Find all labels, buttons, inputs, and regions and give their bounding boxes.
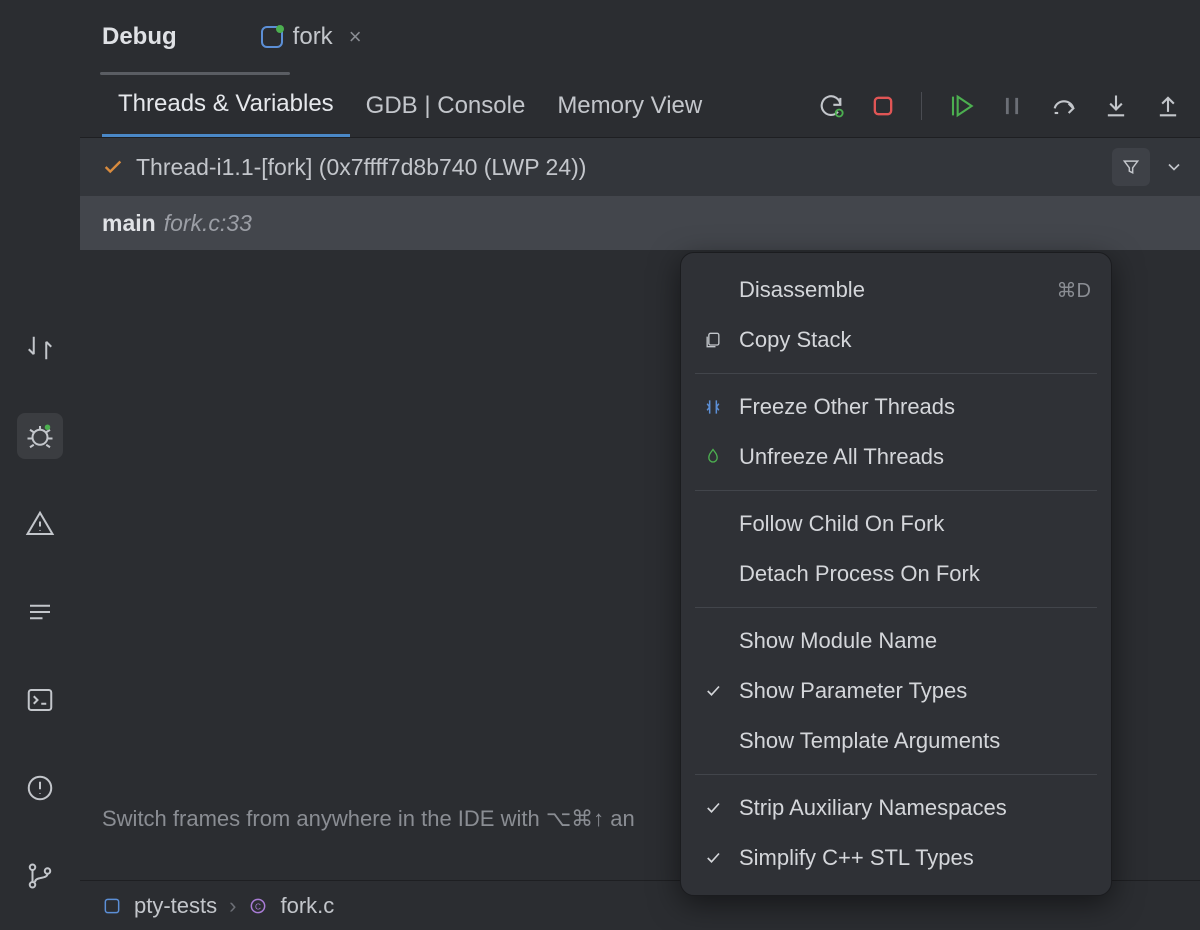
pause-icon[interactable] xyxy=(998,92,1026,120)
project-icon xyxy=(102,896,122,916)
copy-icon xyxy=(701,330,725,350)
check-icon xyxy=(701,799,725,817)
check-icon xyxy=(701,682,725,700)
context-menu: Disassemble⌘D Copy Stack Freeze Other Th… xyxy=(680,252,1112,896)
menu-show-template-arguments[interactable]: Show Template Arguments xyxy=(681,716,1111,766)
step-out-icon[interactable] xyxy=(1154,92,1182,120)
frame-location: fork.c:33 xyxy=(164,210,252,237)
step-into-icon[interactable] xyxy=(1102,92,1130,120)
debug-toolbar xyxy=(817,92,1200,120)
thread-name: Thread-i1.1-[fork] (0x7ffff7d8b740 (LWP … xyxy=(136,154,586,181)
chevron-down-icon[interactable] xyxy=(1164,157,1184,177)
stop-icon[interactable] xyxy=(869,92,897,120)
menu-copy-stack[interactable]: Copy Stack xyxy=(681,315,1111,365)
menu-freeze-other-threads[interactable]: Freeze Other Threads xyxy=(681,382,1111,432)
alert-circle-icon[interactable] xyxy=(17,765,63,811)
debug-label: Debug xyxy=(102,23,177,51)
menu-follow-child-on-fork[interactable]: Follow Child On Fork xyxy=(681,499,1111,549)
breadcrumb-file[interactable]: fork.c xyxy=(280,893,334,919)
swap-icon[interactable] xyxy=(17,325,63,371)
menu-show-module-name[interactable]: Show Module Name xyxy=(681,616,1111,666)
thread-selector[interactable]: Thread-i1.1-[fork] (0x7ffff7d8b740 (LWP … xyxy=(80,138,1200,196)
lines-icon[interactable] xyxy=(17,589,63,635)
svg-text:C: C xyxy=(255,901,261,911)
menu-simplify-cpp-stl-types[interactable]: Simplify C++ STL Types xyxy=(681,833,1111,883)
terminal-icon[interactable] xyxy=(17,677,63,723)
run-tab[interactable]: fork × xyxy=(261,23,362,51)
debug-header: Debug fork × xyxy=(80,0,1200,74)
c-file-icon: C xyxy=(248,896,268,916)
warning-triangle-icon[interactable] xyxy=(17,501,63,547)
bug-icon[interactable] xyxy=(17,413,63,459)
freeze-icon xyxy=(701,397,725,417)
menu-unfreeze-all-threads[interactable]: Unfreeze All Threads xyxy=(681,432,1111,482)
tab-memory-view[interactable]: Memory View xyxy=(541,74,718,137)
resume-icon[interactable] xyxy=(946,92,974,120)
step-over-icon[interactable] xyxy=(1050,92,1078,120)
menu-show-parameter-types[interactable]: Show Parameter Types xyxy=(681,666,1111,716)
tab-gdb-console[interactable]: GDB | Console xyxy=(350,74,542,137)
stack-frame-row[interactable]: main fork.c:33 xyxy=(80,196,1200,250)
run-tab-label: fork xyxy=(293,23,333,51)
menu-disassemble[interactable]: Disassemble⌘D xyxy=(681,265,1111,315)
menu-detach-process-on-fork[interactable]: Detach Process On Fork xyxy=(681,549,1111,599)
hint-text: Switch frames from anywhere in the IDE w… xyxy=(102,806,635,832)
tab-threads-variables[interactable]: Threads & Variables xyxy=(102,74,350,137)
menu-strip-auxiliary-namespaces[interactable]: Strip Auxiliary Namespaces xyxy=(681,783,1111,833)
breadcrumb-project[interactable]: pty-tests xyxy=(134,893,217,919)
check-icon xyxy=(701,849,725,867)
check-icon xyxy=(102,156,124,178)
debug-subtabs: Threads & Variables GDB | Console Memory… xyxy=(80,74,1200,138)
run-config-icon xyxy=(261,26,283,48)
close-icon[interactable]: × xyxy=(349,24,362,50)
filter-button[interactable] xyxy=(1112,148,1150,186)
frame-function: main xyxy=(102,210,156,237)
unfreeze-icon xyxy=(701,447,725,467)
chevron-right-icon: › xyxy=(229,893,236,919)
rerun-icon[interactable] xyxy=(817,92,845,120)
left-tool-strip xyxy=(0,0,80,930)
git-branch-icon[interactable] xyxy=(17,853,63,899)
